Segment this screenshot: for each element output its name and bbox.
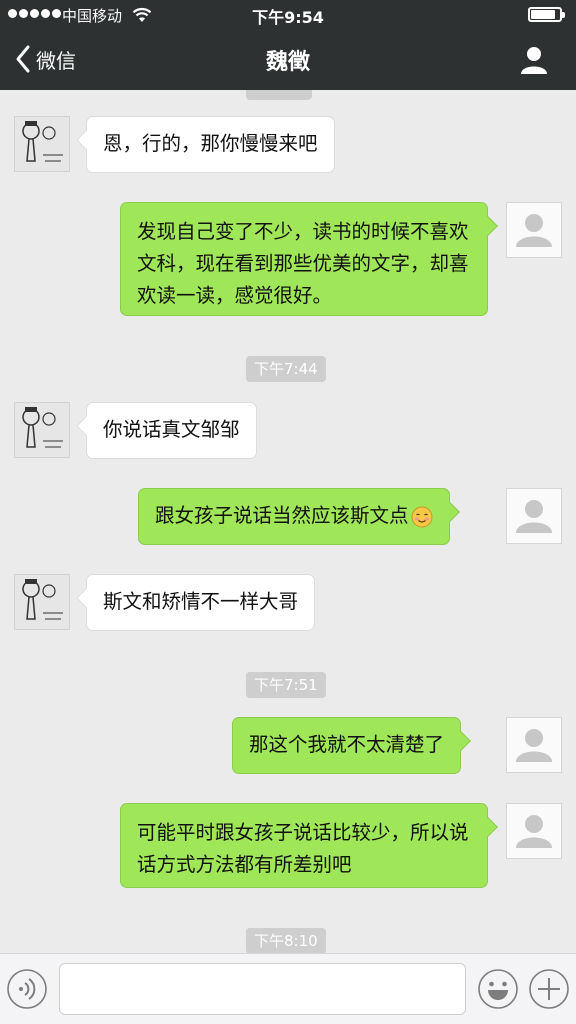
timestamp: 下午7:44 [246, 356, 326, 382]
message-text: 那这个我就不太清楚了 [249, 733, 445, 756]
my-avatar[interactable] [506, 803, 562, 859]
smile-emoji-icon [411, 506, 433, 527]
message-list[interactable]: 恩，行的，那你慢慢来吧 发现自己变了不少，读书的时候不喜欢文科，现在看到那些优美… [0, 90, 576, 953]
message-text: 斯文和矫情不一样大哥 [103, 590, 299, 613]
voice-icon[interactable] [6, 968, 48, 1010]
message-text: 可能平时跟女孩子说话比较少，所以说话方式方法都有所差别吧 [137, 821, 469, 876]
default-avatar-icon [516, 729, 552, 762]
sketch-avatar-icon [15, 403, 69, 457]
message-bubble-outgoing[interactable]: 那这个我就不太清楚了 [232, 717, 462, 774]
message-input[interactable] [59, 963, 466, 1015]
contact-avatar[interactable] [14, 402, 70, 458]
my-avatar[interactable] [506, 488, 562, 544]
message-bubble-incoming[interactable]: 你说话真文邹邹 [86, 402, 257, 459]
input-bar [0, 953, 576, 1024]
sketch-avatar-icon [15, 575, 69, 629]
plus-icon[interactable] [528, 968, 570, 1010]
default-avatar-icon [516, 214, 552, 247]
default-avatar-icon [516, 500, 552, 533]
emoji-face-icon[interactable] [477, 968, 519, 1010]
chat-title: 魏徵 [265, 50, 310, 75]
message-text: 发现自己变了不少，读书的时候不喜欢文科，现在看到那些优美的文字，却喜欢读一读，感… [137, 220, 469, 307]
my-avatar[interactable] [506, 717, 562, 773]
default-avatar-icon [516, 815, 552, 848]
person-icon[interactable] [518, 44, 550, 76]
timestamp: 下午7:51 [246, 672, 326, 698]
message-bubble-incoming[interactable]: 斯文和矫情不一样大哥 [86, 574, 316, 631]
nav-bar: 微信 魏徵 [0, 30, 576, 90]
status-bar: 中国移动 下午9:54 [0, 0, 576, 30]
message-text: 恩，行的，那你慢慢来吧 [103, 132, 318, 155]
status-time: 下午9:54 [252, 8, 324, 27]
message-bubble-outgoing[interactable]: 可能平时跟女孩子说话比较少，所以说话方式方法都有所差别吧 [120, 803, 488, 888]
sketch-avatar-icon [15, 117, 69, 171]
timestamp: 下午8:10 [246, 928, 326, 953]
message-bubble-incoming[interactable]: 恩，行的，那你慢慢来吧 [86, 116, 335, 173]
message-bubble-outgoing[interactable]: 发现自己变了不少，读书的时候不喜欢文科，现在看到那些优美的文字，却喜欢读一读，感… [120, 202, 488, 316]
battery-icon [528, 7, 565, 22]
contact-avatar[interactable] [14, 116, 70, 172]
message-text: 跟女孩子说话当然应该斯文点 [155, 504, 409, 527]
message-text: 你说话真文邹邹 [103, 418, 240, 441]
my-avatar[interactable] [506, 202, 562, 258]
timestamp-partial [246, 90, 312, 100]
message-bubble-outgoing[interactable]: 跟女孩子说话当然应该斯文点 [138, 488, 450, 545]
contact-avatar[interactable] [14, 574, 70, 630]
